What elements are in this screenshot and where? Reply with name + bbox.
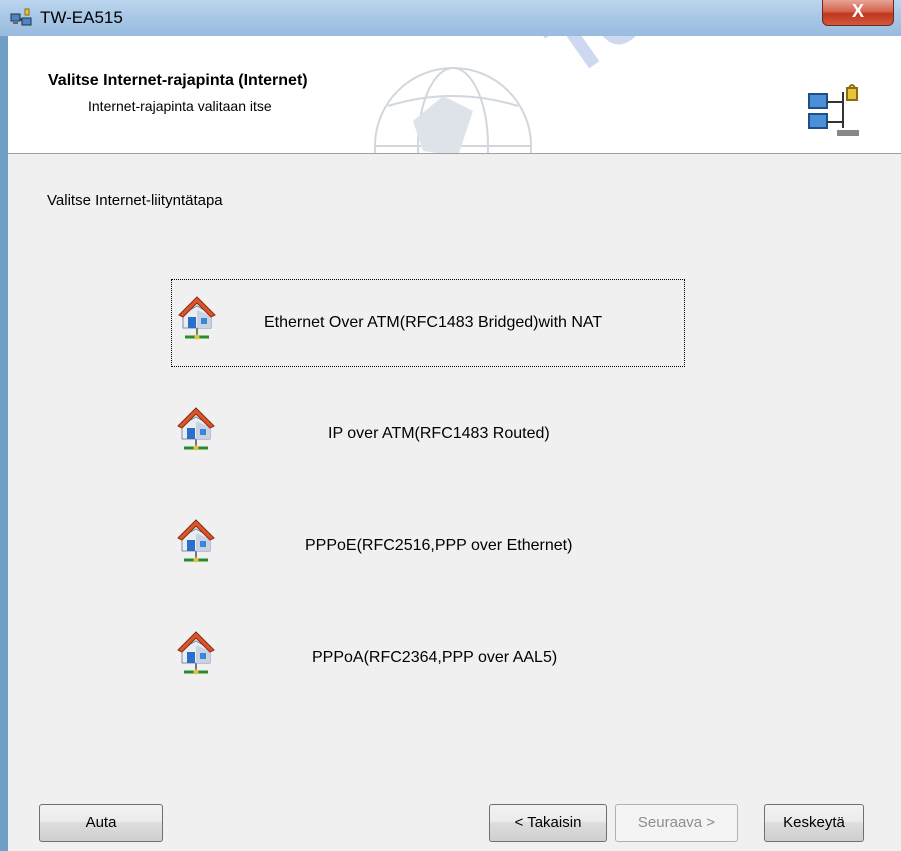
option-label: PPPoE(RFC2516,PPP over Ethernet) bbox=[305, 537, 573, 554]
option-label: IP over ATM(RFC1483 Routed) bbox=[328, 425, 550, 442]
connection-type-label: Valitse Internet-liityntätapa bbox=[47, 192, 223, 209]
dialog-window: TW-EA515 X Tele Valitse Internet-rajapin… bbox=[0, 0, 901, 851]
cancel-button[interactable]: Keskeytä bbox=[764, 804, 864, 842]
page-subtitle: Internet-rajapinta valitaan itse bbox=[88, 98, 272, 114]
option-ethernet-over-atm[interactable]: Ethernet Over ATM(RFC1483 Bridged)with N… bbox=[171, 279, 685, 367]
help-button[interactable]: Auta bbox=[39, 804, 163, 842]
network-house-icon bbox=[176, 629, 216, 677]
title-bar[interactable]: TW-EA515 X bbox=[0, 0, 901, 36]
network-house-icon bbox=[177, 294, 217, 342]
close-icon: X bbox=[851, 1, 864, 21]
globe-watermark-icon bbox=[374, 67, 532, 153]
network-house-icon bbox=[176, 517, 216, 565]
wizard-client-area: Tele Valitse Internet-rajapinta (Interne… bbox=[8, 36, 901, 851]
back-button[interactable]: < Takaisin bbox=[489, 804, 607, 842]
next-button[interactable]: Seuraava > bbox=[615, 804, 738, 842]
app-icon bbox=[10, 8, 32, 26]
option-pppoe[interactable]: PPPoE(RFC2516,PPP over Ethernet) bbox=[171, 503, 685, 591]
close-button[interactable]: X bbox=[822, 0, 894, 26]
wizard-header: Tele Valitse Internet-rajapinta (Interne… bbox=[8, 36, 901, 154]
network-setup-icon bbox=[803, 80, 869, 146]
option-label: Ethernet Over ATM(RFC1483 Bridged)with N… bbox=[264, 314, 603, 331]
watermark-text: Tele bbox=[528, 36, 721, 97]
option-ip-over-atm[interactable]: IP over ATM(RFC1483 Routed) bbox=[171, 391, 685, 479]
network-house-icon bbox=[176, 405, 216, 453]
option-label: PPPoA(RFC2364,PPP over AAL5) bbox=[312, 649, 558, 666]
page-title: Valitse Internet-rajapinta (Internet) bbox=[48, 72, 308, 89]
window-title: TW-EA515 bbox=[40, 8, 123, 27]
option-pppoa[interactable]: PPPoA(RFC2364,PPP over AAL5) bbox=[171, 615, 685, 703]
